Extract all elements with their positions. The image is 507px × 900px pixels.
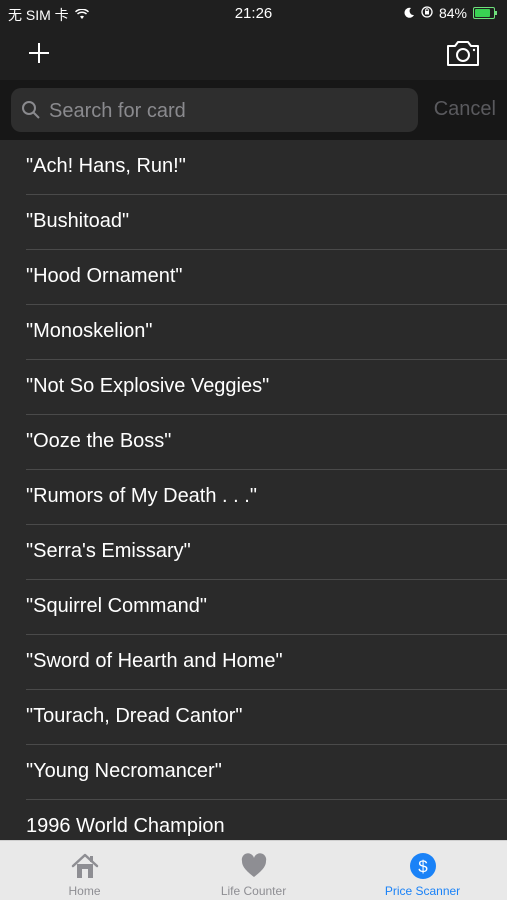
list-item[interactable]: "Not So Explosive Veggies" xyxy=(26,360,507,415)
dollar-icon: $ xyxy=(408,851,438,881)
tab-price-scanner[interactable]: $ Price Scanner xyxy=(338,841,507,900)
card-name: 1996 World Champion xyxy=(26,815,225,837)
status-bar: 无 SIM 卡 21:26 84% xyxy=(0,0,507,28)
card-name: "Bushitoad" xyxy=(26,210,130,232)
search-field[interactable] xyxy=(11,88,418,134)
heart-icon xyxy=(239,851,269,881)
tab-home[interactable]: Home xyxy=(0,841,169,900)
tab-home-label: Home xyxy=(68,884,101,898)
card-name: "Young Necromancer" xyxy=(26,760,222,782)
app-screen: 无 SIM 卡 21:26 84% Search for card Cancel… xyxy=(0,0,507,900)
card-list: "Ach! Hans, Run!" "Bushitoad" "Hood Orname… xyxy=(0,140,507,840)
card-name: "Hood Ornament" xyxy=(26,265,183,287)
tab-bar: Home Life Counter $ Price Scanner xyxy=(0,840,507,900)
card-name: "Ach! Hans, Run!" xyxy=(26,155,186,177)
battery-fill xyxy=(475,9,490,17)
search-input[interactable] xyxy=(47,88,411,134)
list-item[interactable]: "Tourach, Dread Cantor" xyxy=(26,690,507,745)
camera-icon xyxy=(447,41,479,66)
list-item[interactable]: "Ooze the Boss" xyxy=(26,415,507,470)
camera-button[interactable] xyxy=(445,38,481,68)
card-name: "Tourach, Dread Cantor" xyxy=(26,705,243,727)
tab-life-counter-label: Life Counter xyxy=(220,884,287,898)
svg-text:$: $ xyxy=(418,857,428,876)
card-name: "Not So Explosive Veggies" xyxy=(26,375,270,397)
list-item[interactable]: "Serra's Emissary" xyxy=(26,525,507,580)
list-item[interactable]: "Ach! Hans, Run!" xyxy=(26,140,507,195)
house-icon xyxy=(70,851,100,881)
orientation-lock-icon xyxy=(421,5,433,21)
list-item[interactable]: 1996 World Champion xyxy=(26,800,507,840)
list-item[interactable]: "Squirrel Command" xyxy=(26,580,507,635)
add-button[interactable] xyxy=(24,38,54,68)
list-item[interactable]: "Young Necromancer" xyxy=(26,745,507,800)
list-item[interactable]: "Bushitoad" xyxy=(26,195,507,250)
list-item[interactable]: "Sword of Hearth and Home" xyxy=(26,635,507,690)
card-name: "Sword of Hearth and Home" xyxy=(26,650,283,672)
tab-life-counter[interactable]: Life Counter xyxy=(169,841,338,900)
cancel-button[interactable]: Cancel xyxy=(434,98,496,121)
list-item[interactable]: "Rumors of My Death . . ." xyxy=(26,470,507,525)
battery-icon xyxy=(473,7,497,19)
battery-percent: 84% xyxy=(438,5,467,21)
list-item[interactable]: "Hood Ornament" xyxy=(26,250,507,305)
search-icon xyxy=(21,100,41,120)
plus-icon xyxy=(29,43,49,63)
nav-bar xyxy=(0,28,507,80)
search-bar: Cancel xyxy=(0,80,507,140)
card-name: "Rumors of My Death . . ." xyxy=(26,485,257,507)
list-item[interactable]: "Monoskelion" xyxy=(26,305,507,360)
card-name: "Squirrel Command" xyxy=(26,595,207,617)
tab-price-scanner-label: Price Scanner xyxy=(384,884,461,898)
card-name: "Ooze the Boss" xyxy=(26,430,172,452)
status-right: 84% xyxy=(404,5,497,21)
moon-icon xyxy=(404,5,415,21)
card-name: "Serra's Emissary" xyxy=(26,540,191,562)
card-name: "Monoskelion" xyxy=(26,320,153,342)
